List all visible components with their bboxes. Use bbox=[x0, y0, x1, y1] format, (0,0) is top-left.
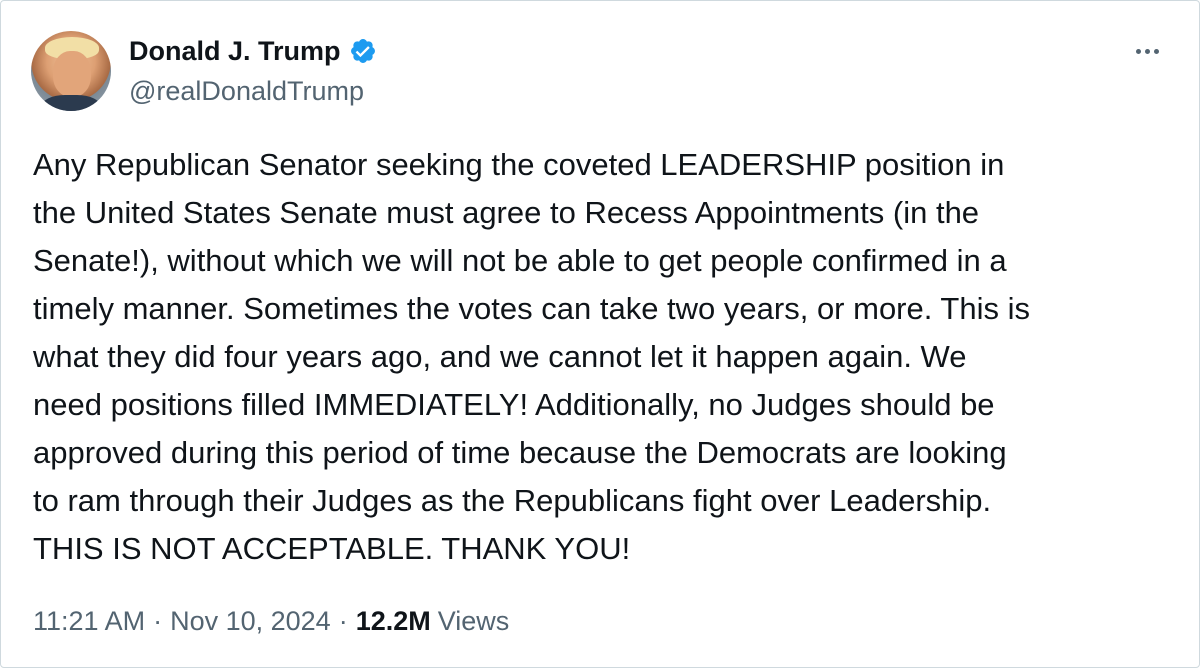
meta-separator: · bbox=[338, 606, 348, 636]
views-label[interactable]: Views bbox=[438, 601, 510, 641]
author-display-name[interactable]: Donald J. Trump bbox=[129, 33, 341, 69]
author-handle[interactable]: @realDonaldTrump bbox=[129, 73, 364, 109]
views-count[interactable]: 12.2M bbox=[356, 601, 431, 641]
avatar-face bbox=[53, 51, 91, 97]
tweet-meta: 11:21 AM · Nov 10, 2024 · 12.2M Views bbox=[33, 601, 509, 641]
tweet-text: Any Republican Senator seeking the covet… bbox=[33, 147, 1030, 566]
avatar[interactable] bbox=[31, 31, 111, 111]
more-dot bbox=[1153, 48, 1159, 54]
meta-separator: · bbox=[153, 606, 163, 636]
verified-badge-icon bbox=[350, 39, 375, 63]
tweet-card: Donald J. Trump @realDonaldTrump Any Rep… bbox=[0, 0, 1200, 668]
more-dot bbox=[1135, 48, 1141, 54]
more-dot bbox=[1144, 48, 1150, 54]
more-options-icon[interactable] bbox=[1127, 35, 1167, 67]
avatar-shirt bbox=[41, 95, 101, 111]
author-name-row: Donald J. Trump bbox=[129, 33, 377, 69]
tweet-date[interactable]: Nov 10, 2024 bbox=[170, 601, 331, 641]
tweet-time[interactable]: 11:21 AM bbox=[33, 601, 145, 641]
